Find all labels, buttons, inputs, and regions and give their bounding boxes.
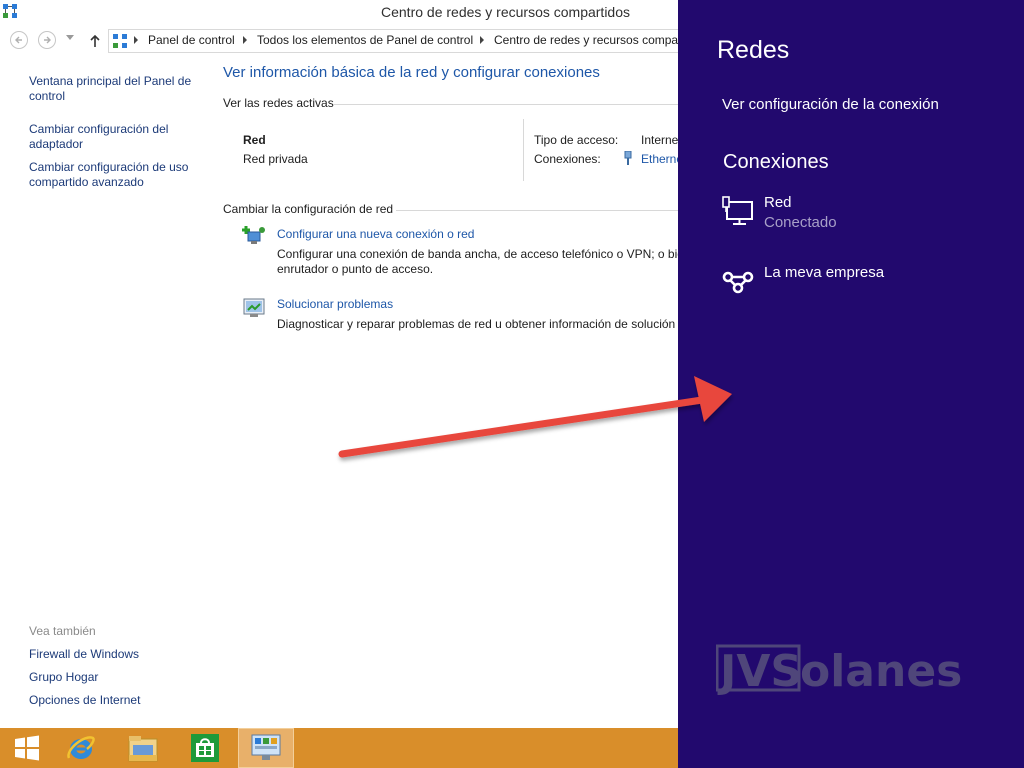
sidebar: Ventana principal del Panel de control C… [0,56,213,728]
network-center-icon [3,4,17,18]
sidebar-link-control-panel-home[interactable]: Ventana principal del Panel de control [29,74,204,104]
connection-item-vpn[interactable]: La meva empresa [722,264,1012,310]
file-explorer-icon [128,736,158,762]
active-networks-heading: Ver las redes activas [223,96,334,110]
sidebar-link-adapter-settings[interactable]: Cambiar configuración del adaptador [29,122,204,152]
access-type-value: Interne [641,133,678,147]
connection-status: Conectado [764,214,837,231]
vertical-divider [523,119,524,181]
sidebar-link-firewall[interactable]: Firewall de Windows [29,647,204,662]
setup-new-connection-link[interactable]: Configurar una nueva conexión o red [277,227,474,241]
svg-text:JVS: JVS [717,646,802,697]
arrow-left-icon [15,36,22,44]
breadcrumb-separator-icon[interactable] [134,36,138,44]
internet-explorer-icon [67,736,95,759]
connection-item-red[interactable]: Red Conectado [722,194,1012,240]
connection-name: Red [764,194,792,211]
section-divider [333,104,678,105]
breadcrumb-network-center[interactable]: Centro de redes y recursos compar [494,33,682,47]
breadcrumb-control-panel[interactable]: Panel de control [148,33,235,47]
connections-label: Conexiones: [534,152,601,166]
annotation-arrow [338,376,732,458]
store-button[interactable] [178,728,232,768]
page-title: Ver información básica de la red y confi… [223,64,600,81]
arrow-up-icon [90,34,100,47]
sidebar-link-homegroup[interactable]: Grupo Hogar [29,670,204,685]
ethernet-connection-link[interactable]: Ethernet [641,152,678,166]
chevron-down-icon[interactable] [66,35,74,40]
taskbar [0,728,678,768]
troubleshoot-link[interactable]: Solucionar problemas [277,297,393,311]
sidebar-link-advanced-sharing[interactable]: Cambiar configuración de uso compartido … [29,160,204,190]
start-button[interactable] [0,728,54,768]
start-icon [15,735,39,761]
ethernet-icon [624,151,632,165]
svg-text:olanes: olanes [800,646,962,697]
jvsolanes-watermark-logo: JVS olanes [716,644,962,697]
back-button[interactable] [10,31,28,49]
network-profile: Red privada [243,152,308,166]
view-connection-settings-link[interactable]: Ver configuración de la conexión [722,96,939,113]
arrow-right-icon [44,36,51,44]
wired-network-icon [722,196,753,225]
breadcrumb-all-items[interactable]: Todos los elementos de Panel de control [257,33,473,47]
store-icon [191,734,219,762]
sidebar-link-internet-options[interactable]: Opciones de Internet [29,693,204,708]
control-panel-button[interactable] [238,728,294,768]
see-also-heading: Vea también [29,624,96,638]
new-connection-icon [242,226,265,244]
network-name: Red [243,133,266,147]
file-explorer-button[interactable] [116,728,170,768]
connections-heading: Conexiones [723,151,829,173]
charm-title: Redes [717,36,790,64]
window-title: Centro de redes y recursos compartidos [381,4,630,20]
breadcrumb-separator-icon[interactable] [243,36,247,44]
internet-explorer-button[interactable] [54,728,108,768]
up-button[interactable] [86,32,104,50]
control-panel-icon [113,34,127,48]
setup-new-connection-description: Configurar una conexión de banda ancha, … [277,247,678,276]
control-panel-icon [251,734,281,760]
change-settings-heading: Cambiar la configuración de red [223,202,394,216]
troubleshoot-icon [243,298,265,317]
vpn-icon [722,271,754,294]
breadcrumb-separator-icon[interactable] [480,36,484,44]
troubleshoot-description: Diagnosticar y reparar problemas de red … [277,317,678,331]
connection-name: La meva empresa [764,264,885,281]
access-type-label: Tipo de acceso: [534,133,619,147]
forward-button[interactable] [38,31,56,49]
section-divider [396,210,678,211]
